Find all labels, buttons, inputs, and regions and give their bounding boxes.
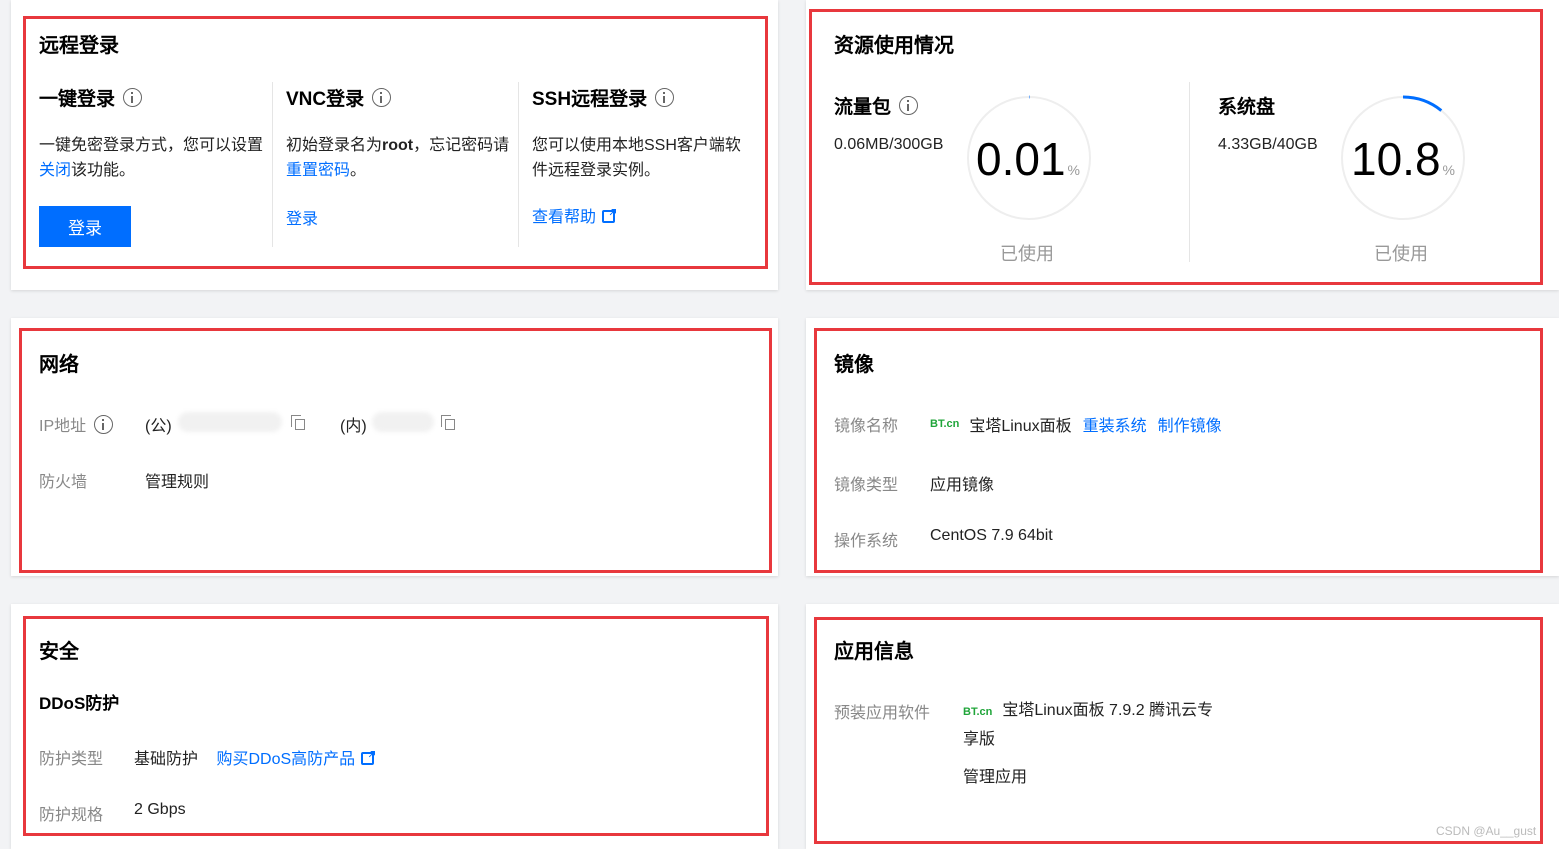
vnc-login-title-text: VNC登录 bbox=[286, 89, 365, 110]
ssh-login-title-text: SSH远程登录 bbox=[532, 89, 648, 110]
watermark: CSDN @Au__gust bbox=[1436, 824, 1537, 838]
app-info-title: 应用信息 bbox=[834, 641, 914, 663]
manage-app-link[interactable]: 管理应用 bbox=[963, 763, 1027, 787]
bt-logo: BT.cn bbox=[930, 418, 960, 430]
divider bbox=[518, 82, 519, 247]
reset-password-link[interactable]: 重置密码 bbox=[286, 162, 350, 179]
vnc-desc-root: root bbox=[382, 137, 414, 154]
external-link-icon bbox=[602, 210, 616, 223]
ddos-protection-title: DDoS防护 bbox=[39, 694, 120, 713]
vnc-login-title: VNC登录 bbox=[286, 84, 392, 111]
traffic-percent: 0.01% bbox=[976, 132, 1080, 186]
protection-type-label: 防护类型 bbox=[39, 751, 104, 768]
remote-login-title: 远程登录 bbox=[39, 35, 119, 57]
copy-icon[interactable] bbox=[291, 415, 306, 430]
traffic-percent-value: 0.01 bbox=[976, 133, 1066, 185]
one-click-desc-part1: 一键免密登录方式，您可以设置 bbox=[39, 137, 264, 154]
one-click-login-desc: 一键免密登录方式，您可以设置关闭该功能。 bbox=[39, 133, 264, 183]
image-title: 镜像 bbox=[834, 354, 874, 376]
security-card bbox=[11, 604, 778, 849]
disk-used-label: 已使用 bbox=[1374, 244, 1428, 264]
close-feature-link[interactable]: 关闭 bbox=[39, 162, 71, 179]
public-ip-prefix: (公) bbox=[145, 418, 172, 435]
one-click-login-title-text: 一键登录 bbox=[39, 89, 116, 110]
disk-usage-value: 4.33GB/40GB bbox=[1218, 136, 1318, 153]
disk-percent: 10.8% bbox=[1351, 132, 1455, 186]
os-value: CentOS 7.9 64bit bbox=[930, 527, 1053, 544]
image-name-value: BT.cn 宝塔Linux面板 重装系统 制作镜像 bbox=[930, 412, 1222, 436]
resource-usage-title: 资源使用情况 bbox=[834, 35, 954, 57]
preinstalled-software-value: BT.cn 宝塔Linux面板 7.9.2 腾讯云专 享版 bbox=[963, 697, 1233, 754]
external-link-icon bbox=[361, 752, 375, 765]
public-ip-redacted bbox=[178, 412, 282, 432]
info-icon[interactable] bbox=[123, 88, 143, 107]
ssh-login-desc: 您可以使用本地SSH客户端软件远程登录实例。 bbox=[532, 137, 741, 179]
copy-icon[interactable] bbox=[441, 415, 456, 430]
image-type-label: 镜像类型 bbox=[834, 477, 899, 494]
vnc-desc-part1: 初始登录名为 bbox=[286, 137, 383, 154]
ip-address-label-text: IP地址 bbox=[39, 418, 87, 435]
protection-spec-label: 防护规格 bbox=[39, 807, 104, 824]
percent-unit: % bbox=[1067, 162, 1080, 178]
vnc-login-link[interactable]: 登录 bbox=[286, 207, 318, 232]
image-name-text: 宝塔Linux面板 bbox=[969, 418, 1072, 435]
network-card bbox=[11, 318, 778, 576]
ip-address-label: IP地址 bbox=[39, 412, 114, 436]
traffic-used-label: 已使用 bbox=[1000, 244, 1054, 264]
view-help-link-text[interactable]: 查看帮助 bbox=[532, 209, 596, 226]
traffic-package-title-text: 流量包 bbox=[834, 97, 892, 118]
security-title: 安全 bbox=[39, 641, 79, 663]
manage-rules-link[interactable]: 管理规则 bbox=[145, 468, 209, 492]
vnc-login-desc: 初始登录名为root，忘记密码请重置密码。 bbox=[286, 133, 511, 183]
divider bbox=[272, 82, 273, 247]
system-disk-title: 系统盘 bbox=[1218, 92, 1275, 119]
traffic-package-title: 流量包 bbox=[834, 92, 919, 119]
info-icon[interactable] bbox=[899, 96, 919, 115]
make-image-link[interactable]: 制作镜像 bbox=[1158, 412, 1222, 436]
bt-logo: BT.cn bbox=[963, 706, 993, 718]
one-click-login-title: 一键登录 bbox=[39, 84, 143, 111]
traffic-usage-value: 0.06MB/300GB bbox=[834, 136, 944, 153]
info-icon[interactable] bbox=[655, 88, 675, 107]
info-icon[interactable] bbox=[94, 414, 114, 434]
software-line-1: 宝塔Linux面板 7.9.2 腾讯云专 bbox=[1002, 702, 1214, 719]
preinstalled-software-label: 预装应用软件 bbox=[834, 705, 931, 722]
image-name-label: 镜像名称 bbox=[834, 418, 899, 435]
image-card bbox=[806, 318, 1559, 576]
vnc-desc-part2: ，忘记密码请 bbox=[413, 137, 510, 154]
vnc-desc-part3: 。 bbox=[350, 162, 367, 179]
one-click-login-button[interactable]: 登录 bbox=[39, 206, 131, 247]
one-click-desc-part2: 该功能。 bbox=[71, 162, 136, 179]
system-disk-title-text: 系统盘 bbox=[1218, 97, 1276, 118]
image-type-value: 应用镜像 bbox=[930, 477, 995, 494]
network-title: 网络 bbox=[39, 354, 79, 376]
private-ip-redacted bbox=[372, 412, 434, 432]
disk-percent-value: 10.8 bbox=[1351, 133, 1441, 185]
ssh-help-link[interactable]: 查看帮助 bbox=[532, 205, 616, 230]
software-line-2: 享版 bbox=[963, 731, 996, 748]
protection-type-text: 基础防护 bbox=[134, 751, 199, 768]
reinstall-system-link[interactable]: 重装系统 bbox=[1083, 412, 1147, 436]
os-label: 操作系统 bbox=[834, 533, 899, 550]
percent-unit: % bbox=[1442, 162, 1455, 178]
protection-type-value: 基础防护 购买DDoS高防产品 bbox=[134, 745, 375, 769]
buy-ddos-link[interactable]: 购买DDoS高防产品 bbox=[216, 751, 355, 768]
ssh-login-title: SSH远程登录 bbox=[532, 84, 675, 111]
divider bbox=[1189, 82, 1190, 262]
private-ip-prefix: (内) bbox=[340, 418, 367, 435]
info-icon[interactable] bbox=[372, 88, 392, 107]
firewall-label: 防火墙 bbox=[39, 474, 88, 491]
protection-spec-value: 2 Gbps bbox=[134, 801, 186, 818]
